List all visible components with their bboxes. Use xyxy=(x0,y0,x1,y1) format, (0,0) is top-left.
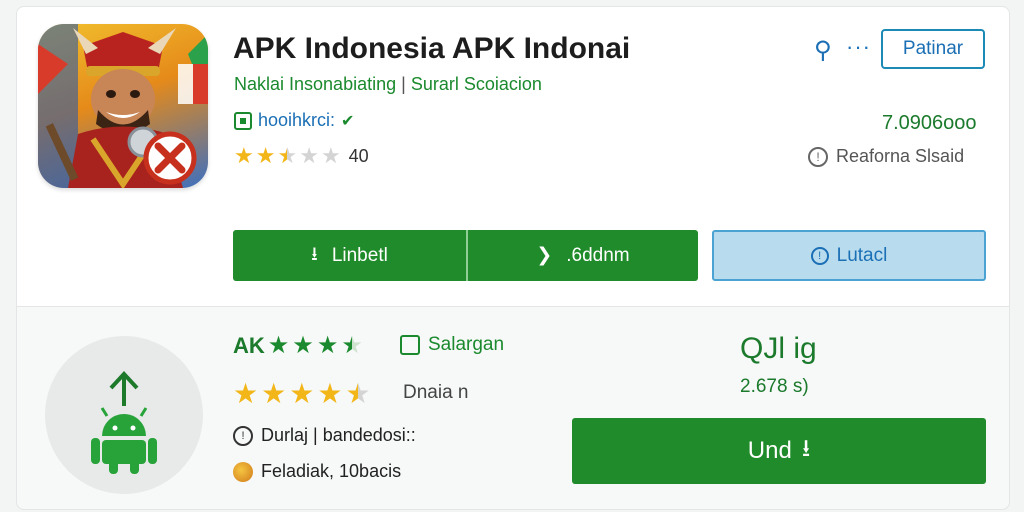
open-label: .6ddnm xyxy=(566,244,630,266)
download-icon: ⭳ xyxy=(311,243,318,265)
related-info: ! Durlaj | bandedosi:: xyxy=(233,425,416,446)
star-icon: ★ xyxy=(267,332,290,359)
related-rating-label: Dnaia n xyxy=(403,382,469,403)
download-label: Und xyxy=(747,437,792,464)
star-icon: ★ xyxy=(289,378,315,409)
related-developer[interactable]: Feladiak, 10bacis xyxy=(233,461,401,482)
more-dots-icon[interactable]: ··· xyxy=(846,34,871,60)
subtitle-separator: | xyxy=(401,74,406,94)
developer-avatar xyxy=(233,461,253,482)
info-icon: ! xyxy=(233,425,253,446)
report-link[interactable]: ! Reaforna Slsaid xyxy=(808,146,964,167)
verified-check-icon: ✔ xyxy=(341,112,355,130)
rating-row: ★ ★ ★ ★ ★ 40 xyxy=(234,144,369,168)
star-half-icon: ★ xyxy=(277,143,298,168)
star-icon: ★ xyxy=(233,378,259,409)
chevron-right-icon: ❯ xyxy=(536,245,553,266)
android-icon-circle[interactable] xyxy=(45,336,203,494)
star-icon: ★ xyxy=(255,143,276,168)
related-rating: ★ ★ ★ ★ ★ xyxy=(233,379,371,409)
download-button[interactable]: Und ⭳ xyxy=(572,418,986,484)
open-button[interactable]: ❯ .6ddnm xyxy=(468,230,698,281)
subcategory-link[interactable]: Surarl Scoiacion xyxy=(411,74,542,94)
related-app-size: 2.678 s) xyxy=(740,376,809,397)
related-tag-label: Salargan xyxy=(428,334,505,355)
app-subtitle: Naklai Insonabiating | Surarl Scoiacion xyxy=(234,74,542,95)
rating-count: 40 xyxy=(348,145,369,166)
star-empty-icon: ★ xyxy=(299,143,319,168)
related-title[interactable]: AK ★ ★ ★ ★ xyxy=(233,333,363,359)
developer-badge-icon xyxy=(234,111,252,130)
star-icon: ★ xyxy=(292,332,314,359)
category-link[interactable]: Naklai Insonabiating xyxy=(234,74,396,94)
android-download-icon xyxy=(91,371,157,474)
star-icon: ★ xyxy=(261,378,287,409)
star-icon: ★ xyxy=(316,332,339,359)
info-icon: ! xyxy=(810,246,829,265)
app-icon[interactable] xyxy=(38,24,208,188)
app-title: APK Indonesia APK Indonai xyxy=(233,32,631,65)
star-half-icon: ★ xyxy=(345,378,371,409)
secondary-action-label: Lutacl xyxy=(836,244,888,266)
info-icon: ! xyxy=(808,146,828,167)
top-action-button[interactable]: Patinar xyxy=(881,29,985,69)
search-icon[interactable]: ⚲ xyxy=(814,36,832,65)
star-icon: ★ xyxy=(317,378,343,409)
developer-link[interactable]: hooihkrci: xyxy=(258,110,335,131)
secondary-action-button[interactable]: ! Lutacl xyxy=(712,230,986,281)
app-size: 7.0906ooo xyxy=(882,112,977,134)
related-info-label: Durlaj | bandedosi:: xyxy=(261,425,416,445)
report-label: Reaforna Slsaid xyxy=(836,146,965,166)
warrior-illustration xyxy=(38,24,208,188)
related-title-prefix: AK xyxy=(233,333,265,358)
developer-row: hooihkrci: ✔ xyxy=(234,110,354,131)
star-half-icon: ★ xyxy=(341,332,363,359)
related-developer-label: Feladiak, 10bacis xyxy=(261,461,402,481)
install-label: Linbetl xyxy=(331,244,388,266)
download-icon: ⭳ xyxy=(801,434,811,462)
tag-box-icon xyxy=(400,335,420,355)
related-app-name: QJl ig xyxy=(740,332,817,365)
star-icon: ★ xyxy=(234,143,254,168)
related-tag[interactable]: Salargan xyxy=(400,334,504,356)
star-empty-icon: ★ xyxy=(320,143,341,168)
primary-action-group: ⭳ Linbetl ❯ .6ddnm xyxy=(233,230,698,281)
install-button[interactable]: ⭳ Linbetl xyxy=(233,230,468,281)
